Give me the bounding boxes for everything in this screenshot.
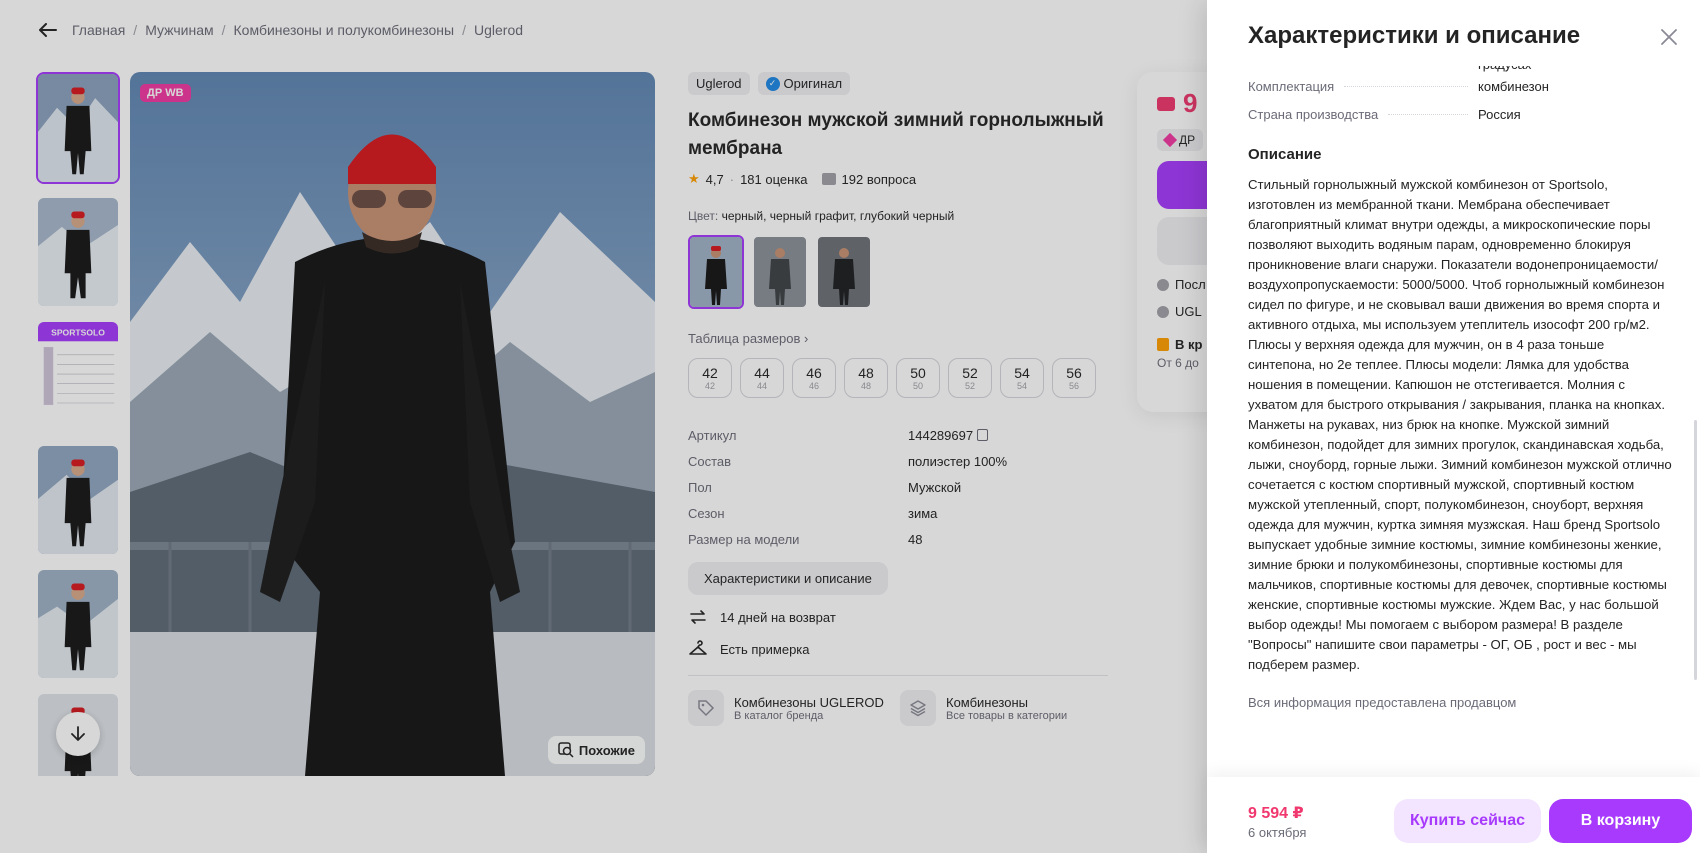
panel-footer: 9 594 ₽ 6 октября Купить сейчас В корзин… (1207, 777, 1700, 853)
panel-header: Характеристики и описание (1207, 0, 1700, 66)
panel-spec-value: комбинезон (1478, 78, 1549, 94)
dotted-leader (1344, 85, 1468, 87)
footer-price: 9 594 ₽ (1248, 805, 1304, 822)
seller-note: Вся информация предоставлена продавцом (1248, 695, 1517, 710)
panel-spec-name: Страна производства (1248, 106, 1379, 122)
description-title: Описание (1248, 146, 1322, 163)
close-icon (1661, 29, 1677, 45)
panel-spec-row: Страна производства Россия (1248, 100, 1668, 128)
panel-body: градусах Комплектация комбинезон Страна … (1248, 50, 1672, 710)
panel-spec-name: Комплектация (1248, 78, 1335, 94)
buy-now-button[interactable]: Купить сейчас (1394, 799, 1541, 843)
add-to-cart-button[interactable]: В корзину (1549, 799, 1692, 843)
close-button[interactable] (1656, 24, 1682, 50)
footer-delivery-date: 6 октября (1248, 825, 1307, 840)
panel-title: Характеристики и описание (1248, 22, 1581, 49)
dotted-leader (1388, 113, 1468, 115)
panel-spec-row: Комплектация комбинезон (1248, 72, 1668, 100)
characteristics-panel: Характеристики и описание градусах Компл… (1207, 0, 1700, 853)
description-text: Стильный горнолыжный мужской комбинезон … (1248, 177, 1672, 672)
panel-scrollbar[interactable] (1694, 420, 1697, 680)
overlay-backdrop[interactable] (0, 0, 1207, 853)
panel-spec-value: Россия (1478, 106, 1521, 122)
